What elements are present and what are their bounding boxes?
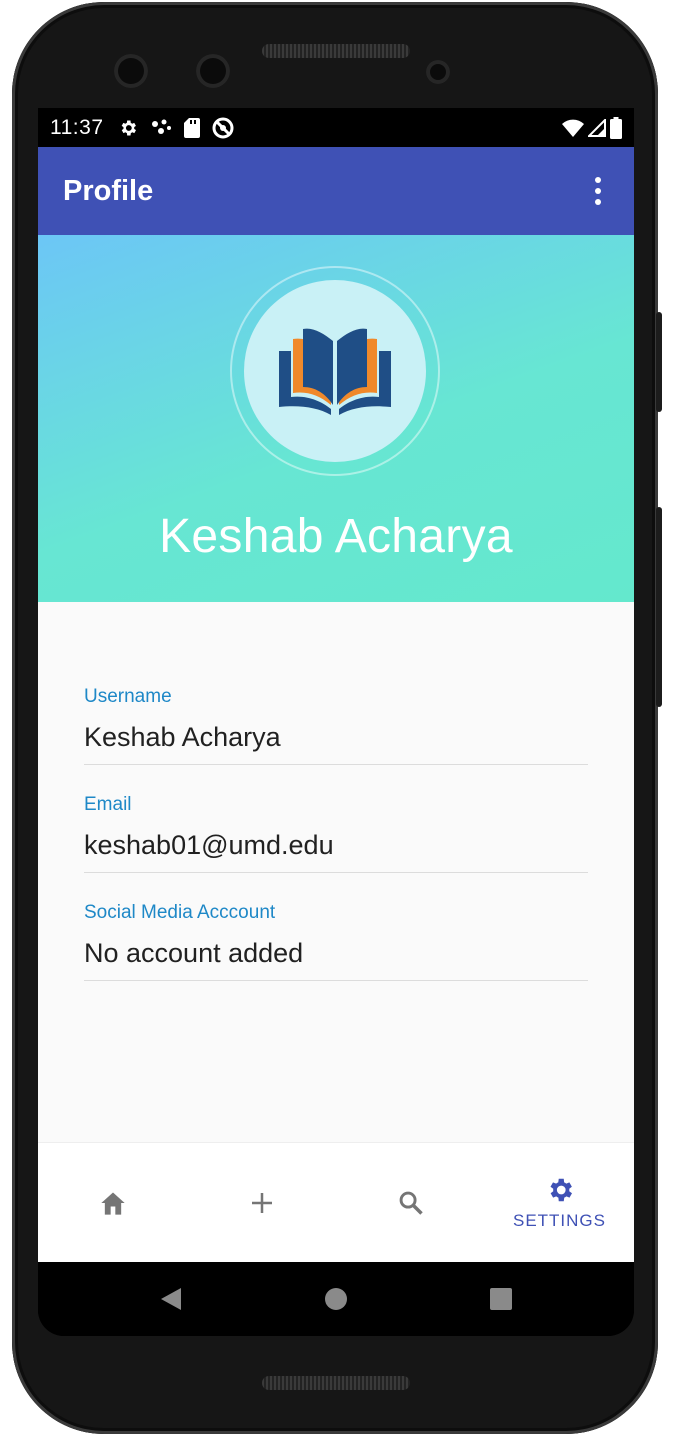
system-navigation-bar	[38, 1262, 634, 1336]
settings-icon	[550, 1178, 572, 1202]
more-vert-icon[interactable]	[586, 171, 610, 211]
avatar[interactable]	[244, 280, 426, 462]
top-speaker	[262, 44, 410, 58]
open-book-logo	[279, 328, 391, 415]
nav-add[interactable]	[187, 1143, 336, 1263]
social-media-value: No account added	[84, 938, 304, 968]
screen: 11:37 Profile Keshab Acharya Username Ke…	[38, 108, 634, 1336]
social-media-label: Social Media Acccount	[84, 902, 276, 923]
username-field[interactable]: Username Keshab Acharya	[84, 686, 588, 765]
email-value: keshab01@umd.edu	[84, 830, 334, 860]
sd-card-icon	[183, 117, 200, 138]
profile-header: Keshab Acharya	[38, 235, 634, 602]
phone-frame: 11:37 Profile Keshab Acharya Username Ke…	[12, 2, 662, 1434]
battery-icon	[610, 116, 622, 139]
settings-icon	[121, 120, 136, 135]
email-label: Email	[84, 794, 132, 815]
proximity-sensor	[426, 60, 450, 84]
notification-dots-icon	[151, 119, 171, 134]
status-icons-right	[562, 116, 622, 139]
profile-name: Keshab Acharya	[159, 510, 513, 563]
nav-home[interactable]	[38, 1143, 187, 1263]
cellular-signal-icon	[588, 118, 606, 137]
do-not-disturb-icon	[212, 117, 233, 138]
home-circle-icon[interactable]	[324, 1287, 348, 1311]
status-icons-left	[118, 117, 234, 139]
nav-search[interactable]	[336, 1143, 485, 1263]
volume-button	[656, 507, 662, 707]
search-icon	[399, 1191, 423, 1215]
page-title: Profile	[63, 174, 154, 207]
wifi-icon	[562, 119, 584, 137]
email-field[interactable]: Email keshab01@umd.edu	[84, 794, 588, 873]
bottom-speaker	[262, 1376, 410, 1390]
status-time: 11:37	[50, 115, 104, 139]
add-icon	[251, 1193, 272, 1213]
power-button	[656, 312, 662, 412]
front-camera-right	[196, 54, 230, 88]
front-camera-left	[114, 54, 148, 88]
nav-settings-label: SETTINGS	[512, 1211, 606, 1230]
home-icon	[100, 1192, 125, 1215]
social-media-field[interactable]: Social Media Acccount No account added	[84, 902, 588, 981]
back-icon[interactable]	[159, 1286, 183, 1312]
nav-settings[interactable]: SETTINGS	[485, 1143, 634, 1263]
bottom-navigation: SETTINGS	[38, 1142, 634, 1263]
username-value: Keshab Acharya	[84, 722, 281, 752]
username-label: Username	[84, 686, 172, 707]
recents-icon[interactable]	[489, 1287, 513, 1311]
profile-details: Username Keshab Acharya Email keshab01@u…	[38, 602, 634, 1142]
app-bar: Profile	[38, 147, 634, 235]
status-bar: 11:37	[38, 108, 634, 147]
